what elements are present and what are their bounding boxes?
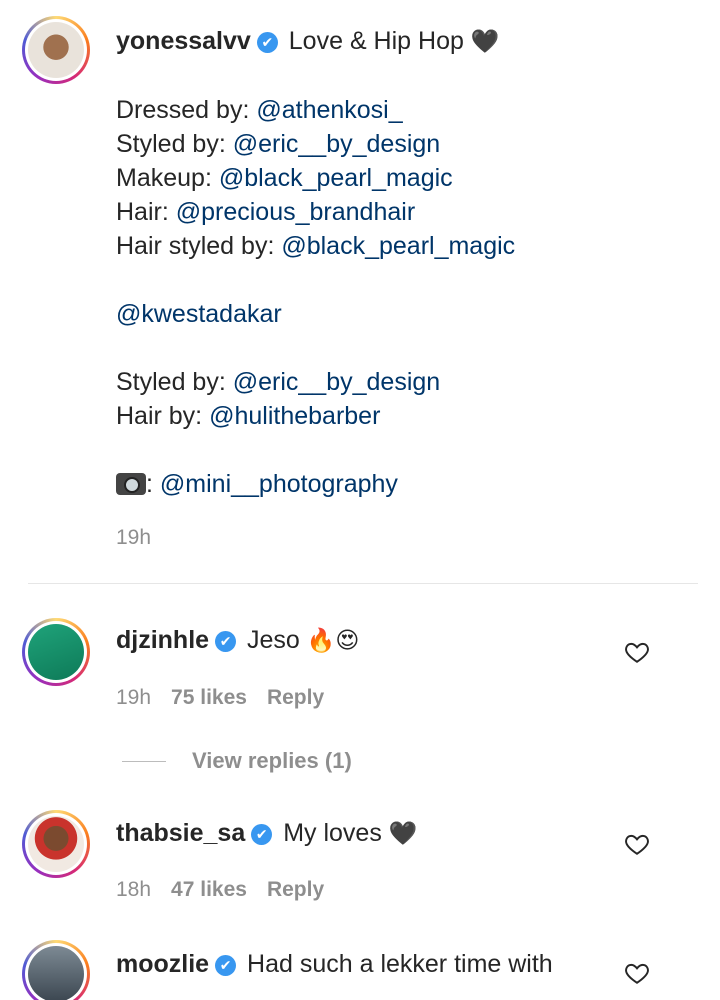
- verified-badge-icon: ✔: [256, 32, 278, 53]
- comment-text: My loves: [283, 819, 382, 847]
- black-heart-emoji: 🖤: [388, 821, 418, 847]
- comment-body: thabsie_sa ✔ My loves 🖤: [116, 817, 417, 850]
- post-caption: yonessalvv ✔ Love & Hip Hop 🖤 Dressed by:…: [116, 24, 696, 501]
- credit-line: Hair styled by: @black_pearl_magic: [116, 232, 516, 260]
- view-replies-button[interactable]: View replies (1): [122, 748, 352, 774]
- like-heart-icon[interactable]: [624, 639, 650, 665]
- post-timestamp: 19h: [116, 526, 152, 549]
- comment-avatar[interactable]: [22, 810, 90, 878]
- comment-text: Had such a lekker time with: [247, 950, 553, 978]
- fire-heart-eyes-emoji: 🔥😍: [306, 628, 360, 654]
- verified-badge-icon: ✔: [215, 955, 237, 976]
- credit-line: : @mini__photography: [116, 467, 696, 501]
- comment-time: 19h: [116, 686, 152, 709]
- comment-username[interactable]: moozlie: [116, 950, 209, 978]
- caption-title: Love & Hip Hop: [288, 27, 464, 55]
- comment-text: Jeso: [247, 626, 300, 654]
- likes-count[interactable]: 75 likes: [171, 686, 247, 709]
- credit-line: Styled by: @eric__by_design: [116, 368, 441, 396]
- comment-username[interactable]: djzinhle: [116, 626, 209, 654]
- mention-link[interactable]: @eric__by_design: [233, 130, 440, 158]
- mention-link[interactable]: @precious_brandhair: [176, 198, 415, 226]
- mention-link[interactable]: @kwestadakar: [116, 300, 282, 328]
- mention-link[interactable]: @black_pearl_magic: [281, 232, 515, 260]
- likes-count[interactable]: 47 likes: [171, 878, 247, 901]
- comment-username[interactable]: thabsie_sa: [116, 819, 245, 847]
- comments-screen: yonessalvv ✔ Love & Hip Hop 🖤 Dressed by:…: [0, 0, 720, 1000]
- credit-line: Styled by: @eric__by_design: [116, 130, 441, 158]
- mention-link[interactable]: @athenkosi_: [256, 96, 402, 124]
- comment-avatar[interactable]: [22, 940, 90, 1000]
- camera-flash-icon: [116, 473, 146, 495]
- comment-avatar[interactable]: [22, 618, 90, 686]
- credit-line: Hair by: @hulithebarber: [116, 402, 381, 430]
- mention-link[interactable]: @black_pearl_magic: [219, 164, 453, 192]
- credit-line: Hair: @precious_brandhair: [116, 198, 416, 226]
- reply-button[interactable]: Reply: [267, 878, 324, 901]
- divider: [28, 583, 698, 584]
- comment-meta: 19h 75 likes Reply: [116, 686, 324, 710]
- credit-line: Dressed by: @athenkosi_: [116, 96, 403, 124]
- mention-link[interactable]: @mini__photography: [160, 470, 398, 498]
- mention-link[interactable]: @eric__by_design: [233, 368, 440, 396]
- post-username[interactable]: yonessalvv: [116, 27, 251, 55]
- post-author-avatar[interactable]: [22, 16, 90, 84]
- like-heart-icon[interactable]: [624, 960, 650, 986]
- comment-body: djzinhle ✔ Jeso 🔥😍: [116, 624, 359, 657]
- verified-badge-icon: ✔: [251, 824, 273, 845]
- verified-badge-icon: ✔: [215, 631, 237, 652]
- replies-dash: [122, 761, 166, 762]
- mention-link[interactable]: @hulithebarber: [209, 402, 380, 430]
- comment-time: 18h: [116, 878, 152, 901]
- black-heart-emoji: 🖤: [470, 29, 500, 55]
- reply-button[interactable]: Reply: [267, 686, 324, 709]
- credit-line: Makeup: @black_pearl_magic: [116, 164, 453, 192]
- comment-meta: 18h 47 likes Reply: [116, 878, 324, 902]
- comment-body: moozlie ✔ Had such a lekker time with: [116, 948, 553, 980]
- like-heart-icon[interactable]: [624, 831, 650, 857]
